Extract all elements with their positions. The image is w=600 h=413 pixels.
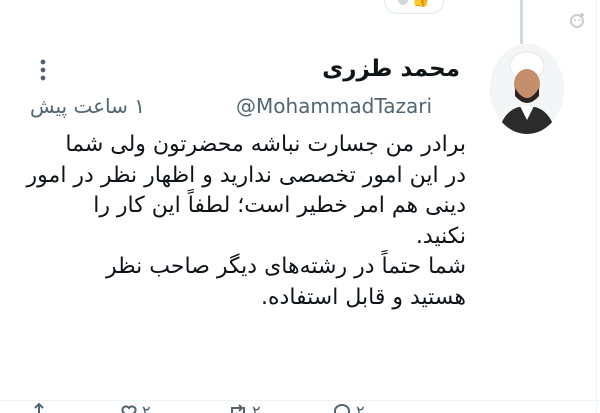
user-handle[interactable]: @MohammadTazari <box>236 94 432 118</box>
reply-count: ۲ <box>356 402 365 413</box>
column-divider <box>596 0 597 413</box>
more-vertical-icon[interactable] <box>36 56 50 86</box>
reaction-pill[interactable]: 👍 <box>384 0 444 14</box>
retweet-count: ۲ <box>252 402 261 413</box>
reply-action[interactable]: ۲ <box>332 402 365 413</box>
like-icon <box>121 404 137 413</box>
reaction-dot <box>398 0 409 5</box>
like-action[interactable]: ۲ <box>120 402 151 413</box>
share-icon <box>34 402 44 413</box>
post-time[interactable]: ۱ ساعت پیش <box>30 94 145 118</box>
reply-icon <box>334 403 350 413</box>
avatar[interactable] <box>490 44 564 134</box>
avatar-image <box>490 44 564 134</box>
bottom-divider <box>0 400 600 401</box>
action-bar: ۲ ۲ ۲ <box>0 402 600 413</box>
retweet-action[interactable]: ۲ <box>228 402 261 413</box>
author-header: محمد طزری <box>322 54 460 84</box>
thread-line <box>520 0 523 44</box>
retweet-icon <box>231 403 245 413</box>
like-count: ۲ <box>142 402 151 413</box>
add-reaction-icon[interactable] <box>568 10 588 30</box>
share-action[interactable] <box>30 402 48 413</box>
tweet-container: 👍 محمد طزری @MohammadTazari ۱ ساعت پیش ب… <box>0 0 600 413</box>
reaction-emoji-icon: 👍 <box>412 0 430 8</box>
display-name[interactable]: محمد طزری <box>322 54 460 84</box>
tweet-text: برادر من جسارت نباشه محضرتون ولی شما در … <box>26 132 466 310</box>
